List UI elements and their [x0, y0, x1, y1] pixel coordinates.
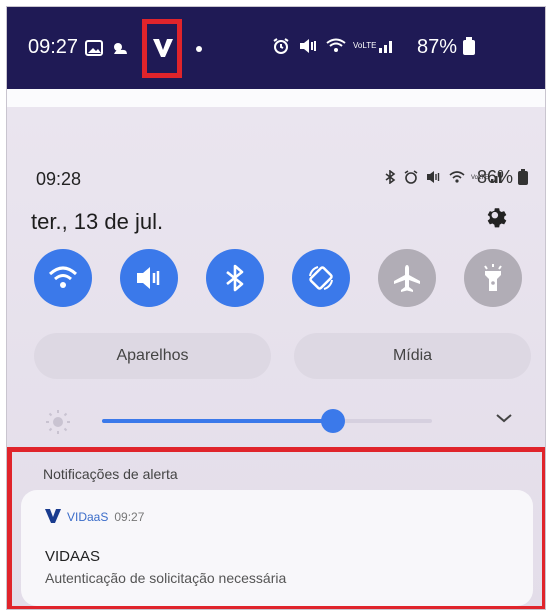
quick-setting-bluetooth[interactable]: [206, 249, 264, 307]
mute-icon: [427, 171, 440, 183]
battery-percent: 87%: [417, 36, 458, 58]
flashlight-icon: [484, 264, 502, 291]
svg-text:VoLTE: VoLTE: [353, 41, 376, 50]
wifi-icon: [448, 171, 465, 183]
notification-app-name: VIDaaS: [67, 510, 109, 524]
brightness-slider[interactable]: [102, 409, 432, 433]
airplane-icon: [394, 265, 420, 292]
wifi-icon: [48, 266, 78, 288]
quick-setting-wifi[interactable]: [34, 249, 92, 307]
status-bar: 09:27 VoLTE 87%: [7, 7, 545, 89]
gallery-icon: [85, 40, 103, 56]
status-bar-separator: [7, 89, 545, 107]
brightness-slider-thumb[interactable]: [321, 409, 345, 433]
chevron-down-icon[interactable]: [495, 412, 513, 424]
quick-setting-auto-rotate[interactable]: [292, 249, 350, 307]
mute-icon: [300, 39, 317, 53]
alarm-icon: [273, 38, 289, 54]
status-right-icons: VoLTE: [272, 36, 397, 57]
notification-title: VIDAAS: [45, 548, 101, 565]
quick-setting-mute[interactable]: [120, 249, 178, 307]
highlight-box-vidaas-icon: [142, 19, 182, 78]
gear-icon[interactable]: [484, 205, 510, 231]
notification-time: 09:27: [114, 510, 145, 524]
auto-rotate-icon: [309, 266, 333, 290]
weather-icon: [114, 43, 127, 54]
panel-date: ter., 13 de jul.: [31, 209, 164, 234]
battery-icon: [462, 37, 475, 55]
status-battery: 87%: [417, 36, 475, 59]
panel-battery: 86%: [477, 167, 529, 188]
battery-icon: [518, 169, 529, 185]
notification-panel: 09:28 VoLTE 86% ter., 13 de jul. Aparelh…: [7, 107, 545, 609]
quick-setting-airplane[interactable]: [378, 249, 436, 307]
bluetooth-status-icon: [385, 169, 396, 185]
brightness-sun-icon: [46, 410, 70, 434]
status-time: 09:27: [28, 36, 79, 58]
mute-icon: [137, 267, 160, 289]
quick-setting-flashlight[interactable]: [464, 249, 522, 307]
panel-time: 09:28: [36, 169, 82, 189]
vidaas-notification[interactable]: VIDaaS 09:27 VIDAAS Autenticação de solic…: [21, 490, 533, 606]
vidaas-v-icon[interactable]: [153, 39, 173, 57]
panel-battery-percent: 86%: [477, 167, 514, 187]
devices-button[interactable]: Aparelhos: [34, 333, 271, 379]
alarm-icon: [404, 170, 418, 184]
signal-icon: VoLTE: [353, 41, 393, 53]
dot-icon: [196, 46, 202, 52]
wifi-icon: [326, 38, 346, 52]
bluetooth-icon: [226, 264, 244, 292]
notification-body: Autenticação de solicitação necessária: [45, 570, 287, 586]
media-button-label: Mídia: [392, 347, 433, 364]
vidaas-logo-icon: [45, 509, 61, 523]
brightness-slider-fill: [102, 419, 333, 423]
alert-notifications-title: Notificações de alerta: [43, 466, 178, 482]
media-button[interactable]: Mídia: [294, 333, 531, 379]
screenshot-frame: 09:27 VoLTE 87% 09:28 VoLTE 86% ter., 13…: [6, 6, 546, 610]
devices-button-label: Aparelhos: [116, 347, 189, 364]
notification-app-row: VIDaaS 09:27: [67, 510, 144, 524]
